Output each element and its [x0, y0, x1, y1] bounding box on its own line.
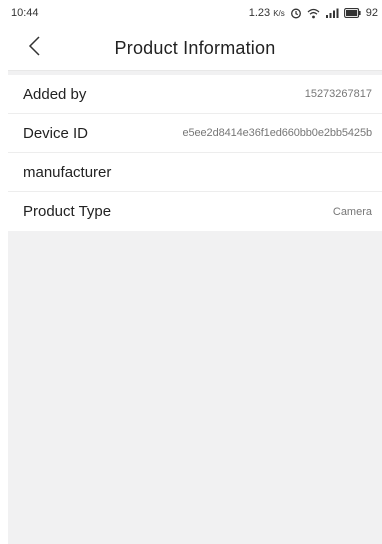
device-id-row: Device ID e5ee2d8414e36f1ed660bb0e2bb542… — [8, 114, 382, 153]
added-by-row: Added by 15273267817 — [8, 75, 382, 114]
status-icons: 1.23 K/s 92 — [249, 7, 378, 19]
product-type-row: Product Type Camera — [8, 192, 382, 231]
signal-icon — [325, 8, 339, 19]
device-id-value: e5ee2d8414e36f1ed660bb0e2bb5425b — [182, 127, 372, 139]
chevron-left-icon — [27, 34, 43, 63]
product-info-list: Added by 15273267817 Device ID e5ee2d841… — [8, 75, 382, 231]
added-by-label: Added by — [23, 85, 87, 103]
header-bar: Product Information — [8, 26, 382, 71]
battery-level: 92 — [365, 7, 378, 19]
wifi-icon — [307, 8, 320, 19]
manufacturer-label: manufacturer — [23, 163, 112, 181]
manufacturer-row: manufacturer — [8, 153, 382, 192]
alarm-icon — [290, 7, 302, 19]
status-bar: 10:44 1.23 K/s 92 — [8, 0, 382, 26]
network-speed: 1.23 K/s — [248, 7, 285, 19]
back-button[interactable] — [22, 34, 48, 62]
product-type-label: Product Type — [23, 203, 112, 220]
device-id-label: Device ID — [23, 124, 89, 142]
app-screen: 10:44 1.23 K/s 92 Product Information Ad… — [8, 0, 382, 544]
product-type-value: Camera — [332, 205, 372, 218]
page-title: Product Information — [114, 37, 276, 58]
battery-icon — [343, 8, 361, 18]
status-time: 10:44 — [11, 7, 39, 19]
added-by-value: 15273267817 — [304, 88, 372, 100]
